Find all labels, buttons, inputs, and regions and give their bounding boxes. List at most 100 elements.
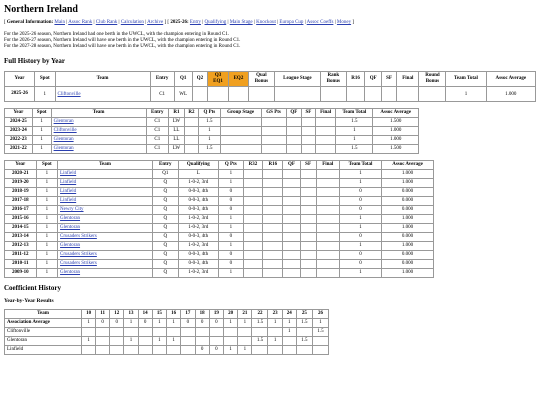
team-link[interactable]: Cliftonville — [58, 92, 81, 97]
table-cell: 0 — [338, 250, 383, 260]
table-cell: 0 — [218, 250, 244, 260]
table-cell: 1 — [35, 223, 59, 233]
table-cell: Q — [152, 223, 179, 233]
table-cell: 1 — [151, 318, 168, 328]
table-cell: 1 — [35, 241, 59, 251]
team-link[interactable]: Linfield — [60, 189, 76, 194]
table-cell: WL — [173, 86, 193, 102]
column-header: QF — [285, 108, 302, 118]
table-cell — [299, 250, 317, 260]
table-cell — [123, 345, 139, 355]
table-cell: 0 — [109, 318, 125, 328]
current-season-table: Year Spot Team Entry Q1 Q2 Q3 EQ1 EQ2 Qual Bonus Le… — [3, 71, 536, 102]
table-cell: Cliftonville — [54, 86, 151, 102]
table-cell — [95, 345, 111, 355]
row-label: 2012-13 — [4, 241, 37, 251]
table-cell — [194, 336, 210, 346]
table-cell — [314, 144, 337, 154]
nav-link-money[interactable]: Money — [337, 20, 351, 25]
uwcl-history-table: Year Spot Team Entry R1 R2 Q Pts Group Stage GS … — [4, 108, 419, 154]
table-cell — [208, 327, 224, 337]
table-row: 2020-21 1 Linfield Q1 L 1 1 1.000 — [4, 169, 434, 179]
column-header: GS Pts — [260, 108, 287, 118]
team-link[interactable]: Crusaders Strikers — [60, 261, 97, 266]
table-cell — [80, 327, 97, 337]
column-header: 18 — [194, 309, 210, 319]
table-cell — [315, 214, 340, 224]
table-cell: 0-0-3, 4th — [177, 196, 220, 206]
table-cell — [282, 241, 301, 251]
table-cell — [314, 117, 337, 127]
table-cell: 1 — [166, 318, 182, 328]
team-link[interactable]: Glentoran — [54, 137, 74, 142]
nav-link-archive[interactable]: Archive — [147, 20, 163, 25]
table-cell — [381, 86, 398, 102]
nav-link-knockout[interactable]: Knockout — [256, 20, 276, 25]
team-link[interactable]: Crusaders Strikers — [60, 234, 97, 239]
table-cell: C1 — [149, 86, 175, 102]
table-cell: 1.000 — [372, 126, 419, 136]
team-link[interactable]: Linfield — [60, 198, 76, 203]
table-cell: 1 — [218, 214, 244, 224]
table-cell — [242, 259, 264, 269]
column-header: 17 — [180, 309, 196, 319]
column-header: Qualifying — [177, 160, 220, 170]
table-cell — [194, 327, 210, 337]
team-link[interactable]: Cliftonville — [54, 128, 77, 133]
nav-link-qualifying[interactable]: Qualifying — [205, 20, 227, 25]
row-label: 2021-22 — [4, 144, 33, 154]
table-cell — [262, 178, 284, 188]
table-cell: 1 — [123, 336, 139, 346]
team-link[interactable]: Crusaders Strikers — [60, 252, 97, 257]
table-cell — [248, 86, 275, 102]
nav-link-main-stage[interactable]: Main Stage — [230, 20, 253, 25]
table-cell: 1.500 — [372, 117, 419, 127]
table-cell: 0.000 — [381, 259, 434, 269]
column-header: 25 — [295, 309, 313, 319]
table-cell: L — [177, 169, 220, 179]
column-header: 13 — [123, 309, 139, 319]
nav-link-entry[interactable]: Entry — [190, 20, 201, 25]
table-cell — [364, 86, 383, 102]
table-cell: 1 — [151, 336, 168, 346]
table-cell — [262, 241, 284, 251]
team-link[interactable]: Linfield — [60, 171, 76, 176]
row-label: Glentoran — [4, 336, 82, 346]
nav-link-club-rank[interactable]: Club Rank — [96, 20, 118, 25]
column-header: 24 — [281, 309, 297, 319]
team-link[interactable]: Linfield — [60, 180, 76, 185]
table-cell: Q — [152, 205, 179, 215]
table-row: 2013-14 1 Crusaders Strikers Q 0-0-3, 4th 0 0 0… — [4, 232, 434, 242]
team-link[interactable]: Glentoran — [54, 119, 74, 124]
row-label: 2025-26 — [3, 86, 36, 102]
nav-link-assoc-rank[interactable]: Assoc Rank — [68, 20, 92, 25]
table-cell: 1 — [335, 126, 374, 136]
team-link[interactable]: Glentoran — [60, 216, 80, 221]
column-header: 12 — [109, 309, 125, 319]
team-link[interactable]: Glentoran — [54, 146, 74, 151]
table-cell — [282, 259, 301, 269]
nav-link-main[interactable]: Main — [54, 20, 65, 25]
table-cell — [222, 336, 239, 346]
team-link[interactable]: Glentoran — [60, 243, 80, 248]
table-row: 2014-15 1 Glentoran Q 1-0-2, 3rd 1 1 1.000 — [4, 223, 434, 233]
table-header-row: Team 10 11 12 13 14 15 16 17 18 19 20 21 22 23 24 25 26 — [4, 309, 330, 319]
table-cell: 1 — [31, 144, 52, 154]
column-header: R1 — [167, 108, 185, 118]
table-cell — [311, 345, 330, 355]
column-header: R16 — [345, 71, 366, 87]
team-link[interactable]: Glentoran — [60, 270, 80, 275]
team-link[interactable]: Newry City — [60, 207, 83, 212]
team-link[interactable]: Glentoran — [60, 225, 80, 230]
table-cell: 1.5 — [335, 144, 374, 154]
table-cell: Glentoran — [50, 135, 147, 145]
table-cell: 1.5 — [295, 318, 313, 328]
nav-link-calculation[interactable]: Calculation — [121, 20, 144, 25]
nav-link-assoc-coeffs[interactable]: Assoc Coeffs — [307, 20, 334, 25]
nav-link-europa-cup[interactable]: Europa Cup — [279, 20, 303, 25]
table-cell: Q — [152, 259, 179, 269]
table-cell: Q — [152, 232, 179, 242]
table-cell — [183, 117, 200, 127]
table-cell: 1 — [31, 117, 52, 127]
table-row: 2012-13 1 Glentoran Q 1-0-2, 3rd 1 1 1.000 — [4, 241, 434, 251]
